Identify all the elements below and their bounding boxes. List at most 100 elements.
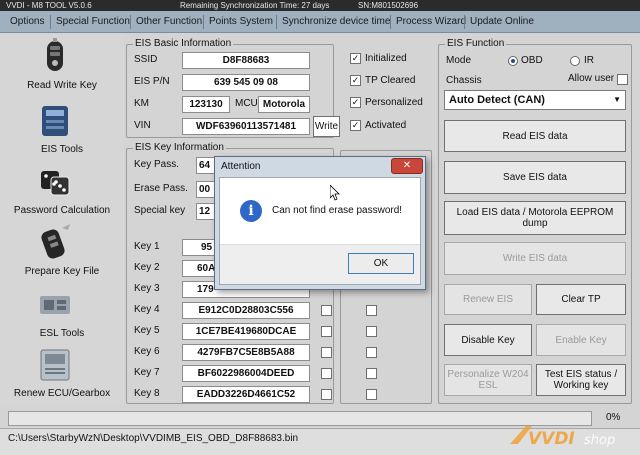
menu-points-system[interactable]: Points System	[209, 11, 273, 33]
eis-pn-field[interactable]: 639 545 09 08	[182, 74, 310, 91]
tp-cleared-checkbox[interactable]: ✓	[350, 75, 361, 86]
dialog-title: Attention	[221, 161, 261, 172]
menu-separator	[130, 15, 131, 29]
save-eis-data-button[interactable]: Save EIS data	[444, 161, 626, 194]
watermark-vvdi: VVDI	[528, 429, 575, 449]
sidebar-item-label: Prepare Key File	[24, 266, 100, 277]
dialog-footer: OK	[220, 244, 420, 284]
sidebar-item-label: EIS Tools	[40, 144, 84, 155]
progress-bar	[8, 411, 592, 426]
serial-number: SN:M801502696	[358, 1, 419, 10]
km-label: KM	[134, 98, 149, 109]
sidebar-item-prepare-key-file[interactable]: Prepare Key File	[0, 222, 124, 282]
disable-key-button[interactable]: Disable Key	[444, 324, 532, 356]
menu-special-function[interactable]: Special Function	[56, 11, 130, 33]
erase-pass-label: Erase Pass.	[134, 183, 188, 194]
sidebar-item-esl-tools[interactable]: ESL Tools	[0, 284, 124, 344]
sidebar-item-password-calculation[interactable]: Password Calculation	[0, 161, 124, 221]
mode-obd-label: OBD	[521, 55, 543, 66]
load-eis-data-button[interactable]: Load EIS data / Motorola EEPROM dump	[444, 201, 626, 235]
km-field[interactable]: 123130	[182, 96, 230, 113]
keyfob-icon	[41, 224, 70, 259]
file-path: C:\Users\StarbyWzN\Desktop\VVDIMB_EIS_OB…	[8, 433, 299, 444]
key-7-checkbox[interactable]	[321, 368, 332, 379]
key-7-status-checkbox[interactable]	[366, 368, 377, 379]
key-4-status-checkbox[interactable]	[366, 305, 377, 316]
mode-label: Mode	[446, 55, 472, 66]
key-5-checkbox[interactable]	[321, 326, 332, 337]
chassis-select[interactable]: Auto Detect (CAN) ▼	[444, 90, 626, 110]
key-6-field[interactable]: 4279FB7C5E8B5A88	[182, 344, 310, 361]
menu-synchronize-time[interactable]: Synchronize device time	[282, 11, 390, 33]
vin-field[interactable]: WDF63960113571481	[182, 118, 310, 135]
mode-ir-radio[interactable]	[570, 56, 580, 66]
menu-bar: Options Special Function Other Function …	[0, 11, 640, 33]
key-8-status-checkbox[interactable]	[366, 389, 377, 400]
key-8-label: Key 8	[134, 388, 160, 399]
menu-other-function[interactable]: Other Function	[136, 11, 202, 33]
ssid-field[interactable]: D8F88683	[182, 52, 310, 69]
attention-dialog: Attention ✕ i Can not find erase passwor…	[214, 156, 426, 290]
sidebar-item-renew-ecu-gearbox[interactable]: Renew ECU/Gearbox	[0, 344, 124, 404]
dialog-message: Can not find erase password!	[272, 205, 403, 216]
key-3-label: Key 3	[134, 283, 160, 294]
ecu-module-icon	[40, 349, 70, 381]
write-eis-data-button[interactable]: Write EIS data	[444, 242, 626, 275]
mcu-label: MCU	[235, 98, 258, 109]
clear-tp-button[interactable]: Clear TP	[536, 284, 626, 315]
key-8-field[interactable]: EADD3226D4661C52	[182, 386, 310, 403]
watermark-shop: shop	[584, 433, 615, 448]
vvdi-shop-watermark-logo: VVDI shop	[510, 426, 615, 449]
key-pass-label: Key Pass.	[134, 159, 180, 170]
sidebar-item-label: ESL Tools	[39, 328, 85, 339]
sync-remaining: Remaining Synchronization Time: 27 days	[180, 1, 330, 10]
mouse-cursor-icon	[330, 185, 340, 201]
key-7-field[interactable]: BF6022986004DEED	[182, 365, 310, 382]
menu-separator	[464, 15, 465, 29]
info-icon: i	[240, 200, 262, 222]
app-title: VVDI - M8 TOOL V5.0.6	[6, 1, 92, 10]
tp-cleared-label: TP Cleared	[365, 75, 416, 86]
mode-obd-radio[interactable]	[508, 56, 518, 66]
group-title: EIS Basic Information	[133, 38, 234, 50]
test-eis-status-button[interactable]: Test EIS status / Working key	[536, 364, 626, 396]
dialog-body: i Can not find erase password! OK	[219, 177, 421, 285]
menu-update-online[interactable]: Update Online	[470, 11, 534, 33]
sidebar-item-read-write-key[interactable]: Read Write Key	[0, 36, 124, 96]
key-4-field[interactable]: E912C0D28803C556	[182, 302, 310, 319]
key-6-label: Key 6	[134, 346, 160, 357]
personalized-checkbox[interactable]: ✓	[350, 97, 361, 108]
menu-process-wizard[interactable]: Process Wizard	[396, 11, 466, 33]
initialized-checkbox[interactable]: ✓	[350, 53, 361, 64]
key-6-checkbox[interactable]	[321, 347, 332, 358]
dialog-close-button[interactable]: ✕	[391, 158, 423, 174]
activated-checkbox[interactable]: ✓	[350, 120, 361, 131]
sidebar: Read Write Key EIS Tools Password Calcul…	[0, 34, 124, 407]
key-4-checkbox[interactable]	[321, 305, 332, 316]
allow-user-checkbox[interactable]	[617, 74, 628, 85]
allow-user-label: Allow user	[568, 73, 615, 84]
vin-label: VIN	[134, 120, 151, 131]
activated-label: Activated	[365, 120, 407, 131]
personalize-w204-esl-button[interactable]: Personalize W204 ESL	[444, 364, 532, 396]
mcu-field[interactable]: Motorola	[258, 96, 310, 113]
chassis-select-value: Auto Detect (CAN)	[449, 94, 545, 106]
key-5-status-checkbox[interactable]	[366, 326, 377, 337]
menu-options[interactable]: Options	[10, 11, 44, 33]
sidebar-item-eis-tools[interactable]: EIS Tools	[0, 100, 124, 160]
key-8-checkbox[interactable]	[321, 389, 332, 400]
group-title: EIS Function	[445, 38, 507, 50]
vin-write-button[interactable]: Write	[313, 116, 340, 137]
ssid-label: SSID	[134, 54, 158, 65]
read-eis-data-button[interactable]: Read EIS data	[444, 120, 626, 152]
eis-module-icon	[42, 106, 68, 136]
key-6-status-checkbox[interactable]	[366, 347, 377, 358]
menu-separator	[50, 15, 51, 29]
renew-eis-button[interactable]: Renew EIS	[444, 284, 532, 315]
initialized-label: Initialized	[365, 53, 407, 64]
dialog-ok-button[interactable]: OK	[348, 253, 414, 274]
key-1-label: Key 1	[134, 241, 160, 252]
key-5-field[interactable]: 1CE7BE419680DCAE	[182, 323, 310, 340]
chassis-label: Chassis	[446, 75, 482, 86]
enable-key-button[interactable]: Enable Key	[536, 324, 626, 356]
